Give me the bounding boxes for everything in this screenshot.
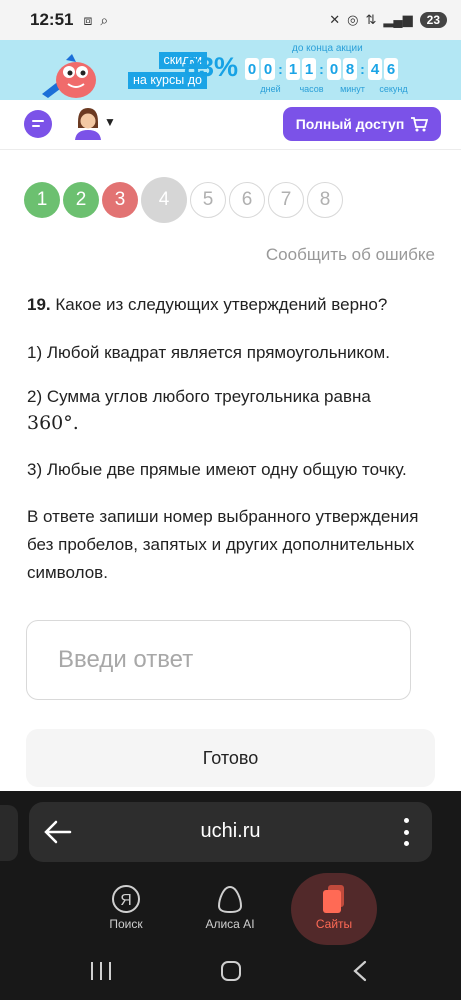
countdown-digit: 6 [384,58,398,80]
task-progress: 1 2 3 4 5 6 7 8 [24,177,346,223]
tab-search-label: Поиск [109,917,143,931]
network-icon: ⇅ [365,12,377,27]
countdown-digit: 8 [343,58,357,80]
search-icon: ⌕ [100,11,109,28]
countdown-separator: : [360,61,365,77]
android-navigation-bar [0,950,461,1000]
screenshot-icon: ⧈ [83,11,93,28]
yandex-search-icon: Я [83,881,169,917]
app-header: ▼ Полный доступ [0,100,461,150]
answer-instruction: В ответе запиши номер выбранного утвержд… [27,507,419,582]
recents-icon[interactable] [91,962,111,980]
countdown-digit: 1 [302,58,316,80]
countdown-digit: 1 [286,58,300,80]
url-text[interactable]: uchi.ru [29,820,432,843]
statement-2-text: 2) Сумма углов любого треугольника равна [27,387,371,406]
countdown-digit: 0 [327,58,341,80]
promo-banner[interactable]: скидки на курсы до 83% до конца акции 0 … [0,40,461,100]
statement-2-math: 360°. [27,412,79,434]
full-access-button[interactable]: Полный доступ [283,107,441,141]
more-menu-icon[interactable] [404,818,410,846]
step-1[interactable]: 1 [24,182,60,218]
countdown-digit: 0 [245,58,259,80]
countdown-digit: 4 [368,58,382,80]
countdown-unit-seconds: секунд [379,84,408,94]
status-right-icons: ✕ ◎ ⇅ ▂▄▆ 23 [329,12,447,28]
address-bar[interactable]: uchi.ru [29,802,432,862]
done-button[interactable]: Готово [26,729,435,787]
signal-icon: ▂▄▆ [383,12,413,27]
answer-input[interactable] [26,620,411,700]
status-bar: 12:51 ⧈ ⌕ ✕ ◎ ⇅ ▂▄▆ 23 [0,0,461,40]
step-2[interactable]: 2 [63,182,99,218]
countdown-timer: 0 0 : 1 1 : 0 8 : 4 6 [245,58,400,80]
countdown-separator: : [278,61,283,77]
statement-2: 2) Сумма углов любого треугольника равна… [27,383,437,437]
browser-toolbar: uchi.ru [0,791,461,871]
statement-3: 3) Любые две прямые имеют одну общую точ… [27,460,407,479]
countdown-unit-hours: часов [299,84,324,94]
countdown-digit: 0 [261,58,275,80]
nav-back-icon[interactable] [352,960,368,982]
countdown-title: до конца акции [292,43,363,54]
alice-icon [187,881,273,917]
countdown-unit-days: дней [260,84,281,94]
report-error-link[interactable]: Сообщить об ошибке [266,245,435,265]
step-7[interactable]: 7 [268,182,304,218]
question-number: 19. [27,295,51,314]
statement-1: 1) Любой квадрат является прямоугольнико… [27,343,390,362]
countdown-separator: : [319,61,324,77]
question: 19. Какое из следующих утверждений верно… [27,292,437,318]
yandex-logo-letter: Я [120,892,132,909]
chat-lines-icon [32,120,44,127]
promo-percent: 83% [184,52,239,82]
question-text: Какое из следующих утверждений верно? [55,295,388,314]
battery-icon: 23 [419,12,447,28]
home-icon[interactable] [221,961,241,981]
avatar[interactable] [72,106,104,140]
countdown-units: дней часов минут секунд [250,84,414,94]
sites-icon [291,881,377,917]
step-3[interactable]: 3 [102,182,138,218]
step-5[interactable]: 5 [190,182,226,218]
status-time: 12:51 [30,10,74,29]
step-6[interactable]: 6 [229,182,265,218]
tab-sites[interactable]: Сайты [291,873,377,945]
browser-bottom-tabs: Я Поиск Алиса AI Сайты [0,871,461,950]
hotspot-icon: ◎ [347,12,359,27]
cart-icon [411,117,429,132]
status-notification-icons: ⧈ ⌕ [83,12,108,29]
tab-sites-label: Сайты [315,917,353,931]
step-8[interactable]: 8 [307,182,343,218]
tab-search[interactable]: Я Поиск [83,881,169,943]
full-access-label: Полный доступ [295,116,405,132]
mascot-icon [42,54,96,98]
countdown-unit-minutes: минут [340,84,365,94]
mute-icon: ✕ [329,12,341,27]
chat-icon[interactable] [24,110,52,138]
chevron-down-icon[interactable]: ▼ [104,115,116,129]
tab-alice-label: Алиса AI [205,917,255,931]
tab-alice[interactable]: Алиса AI [187,881,273,943]
previous-tab-edge[interactable] [0,805,18,861]
step-4-current[interactable]: 4 [141,177,187,223]
